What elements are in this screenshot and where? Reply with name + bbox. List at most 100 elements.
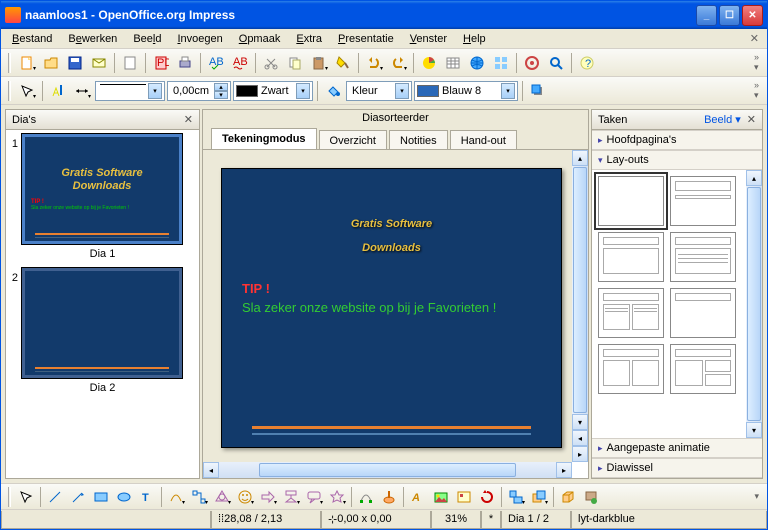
menu-opmaak[interactable]: Opmaak [232, 31, 288, 47]
pdf-export-button[interactable]: PDF [150, 52, 172, 74]
line-width-combo[interactable]: 0,00cm▴▾ [167, 81, 231, 101]
toolbar-overflow[interactable]: »▾ [750, 52, 763, 73]
stars-tool[interactable]: ▾ [326, 486, 348, 508]
minimize-button[interactable]: _ [696, 5, 717, 26]
edit-doc-button[interactable] [119, 52, 141, 74]
maximize-button[interactable]: ☐ [719, 5, 740, 26]
section-diawissel[interactable]: ▸Diawissel [592, 458, 762, 478]
tab-overzicht[interactable]: Overzicht [319, 130, 387, 149]
menu-bestand[interactable]: Bestand [5, 31, 59, 47]
layout-title-bullets[interactable] [670, 232, 736, 282]
layout-title[interactable] [670, 176, 736, 226]
close-button[interactable]: ✕ [742, 5, 763, 26]
basic-shapes-tool[interactable]: ▾ [211, 486, 233, 508]
menu-venster[interactable]: Venster [403, 31, 454, 47]
menu-help[interactable]: Help [456, 31, 493, 47]
layouts-vscroll[interactable]: ▴▾ [746, 170, 762, 438]
line-ends-button[interactable]: ▾ [71, 80, 93, 102]
copy-button[interactable] [284, 52, 306, 74]
spreadsheet-button[interactable] [442, 52, 464, 74]
arrange-tool[interactable]: ▾ [528, 486, 550, 508]
cut-button[interactable] [260, 52, 282, 74]
toolbar-grip[interactable] [8, 53, 11, 73]
prev-slide-button[interactable]: ◂ [572, 430, 588, 446]
fill-color-combo[interactable]: Blauw 8▾ [414, 81, 518, 101]
new-button[interactable]: ▾ [16, 52, 38, 74]
rect-tool[interactable] [90, 486, 112, 508]
next-slide-button[interactable]: ▸ [572, 446, 588, 462]
ellipse-tool[interactable] [113, 486, 135, 508]
spellcheck-button[interactable]: ABC [205, 52, 227, 74]
flowchart-tool[interactable]: ▾ [280, 486, 302, 508]
shadow-button[interactable] [527, 80, 549, 102]
open-button[interactable] [40, 52, 62, 74]
layout-2col[interactable] [598, 344, 664, 394]
menu-extra[interactable]: Extra [289, 31, 329, 47]
navigator-button[interactable] [521, 52, 543, 74]
menu-bewerken[interactable]: Bewerken [61, 31, 124, 47]
toolbar-grip[interactable] [8, 487, 11, 507]
grid-button[interactable] [490, 52, 512, 74]
text-tool[interactable]: T [136, 486, 158, 508]
line-tool[interactable] [44, 486, 66, 508]
tab-tekeningmodus[interactable]: Tekeningmodus [211, 128, 317, 149]
gallery-tool[interactable] [453, 486, 475, 508]
from-file-tool[interactable] [430, 486, 452, 508]
current-slide[interactable]: Gratis SoftwareDownloads TIP ! Sla zeker… [221, 168, 562, 448]
slide-canvas[interactable]: Gratis SoftwareDownloads TIP ! Sla zeker… [203, 150, 572, 462]
redo-button[interactable]: ▾ [387, 52, 409, 74]
autospell-button[interactable]: ABC [229, 52, 251, 74]
help-button[interactable]: ? [576, 52, 598, 74]
layout-2col-bullets[interactable] [598, 288, 664, 338]
callout-tool[interactable]: ▾ [303, 486, 325, 508]
select-tool[interactable] [15, 486, 37, 508]
paste-button[interactable]: ▾ [308, 52, 330, 74]
menu-invoegen[interactable]: Invoegen [170, 31, 229, 47]
email-button[interactable] [88, 52, 110, 74]
slide-thumb-row[interactable]: 2 [8, 268, 197, 378]
save-button[interactable] [64, 52, 86, 74]
line-color-combo[interactable]: Zwart▾ [233, 81, 313, 101]
rotate-tool[interactable] [476, 486, 498, 508]
glue-points-tool[interactable] [378, 486, 400, 508]
close-icon[interactable]: ✕ [184, 113, 193, 126]
toolbar-grip[interactable] [8, 81, 11, 101]
curve-tool[interactable]: ▾ [165, 486, 187, 508]
section-hoofdpaginas[interactable]: ▸Hoofdpagina's [592, 130, 762, 150]
chart-button[interactable] [418, 52, 440, 74]
symbol-shapes-tool[interactable]: ▾ [234, 486, 256, 508]
menu-presentatie[interactable]: Presentatie [331, 31, 401, 47]
undo-button[interactable]: ▾ [363, 52, 385, 74]
zoom-button[interactable] [545, 52, 567, 74]
slide-thumb-row[interactable]: 1 Gratis SoftwareDownloads TIP ! Sla zek… [8, 134, 197, 244]
section-animatie[interactable]: ▸Aangepaste animatie [592, 438, 762, 458]
points-edit-tool[interactable] [355, 486, 377, 508]
toolbar-overflow[interactable]: ▾ [750, 491, 763, 502]
print-button[interactable] [174, 52, 196, 74]
slide-thumbnail-2[interactable] [22, 268, 182, 378]
toolbar-overflow[interactable]: »▾ [750, 80, 763, 101]
layout-2row-right[interactable] [670, 344, 736, 394]
layout-title-content[interactable] [598, 232, 664, 282]
block-arrows-tool[interactable]: ▾ [257, 486, 279, 508]
arrow-line-tool[interactable] [67, 486, 89, 508]
status-zoom[interactable]: 31% [431, 511, 481, 529]
slide-thumbnail-1[interactable]: Gratis SoftwareDownloads TIP ! Sla zeker… [22, 134, 182, 244]
fill-bucket-button[interactable] [322, 80, 344, 102]
line-style-combo[interactable]: ▾ [95, 81, 165, 101]
align-tool[interactable]: ▾ [505, 486, 527, 508]
section-layouts[interactable]: ▾Lay-outs [592, 150, 762, 170]
extrusion-tool[interactable] [557, 486, 579, 508]
fill-type-combo[interactable]: Kleur▾ [346, 81, 412, 101]
tab-handout[interactable]: Hand-out [450, 130, 517, 149]
connector-tool[interactable]: ▾ [188, 486, 210, 508]
editor-hscroll[interactable]: ◂▸ [203, 462, 572, 478]
interaction-tool[interactable] [580, 486, 602, 508]
tab-notities[interactable]: Notities [389, 130, 448, 149]
fontwork-tool[interactable]: A [407, 486, 429, 508]
editor-vscroll[interactable]: ▴▾ ◂ ▸ [572, 150, 588, 462]
layout-title-only[interactable] [670, 288, 736, 338]
document-close-icon[interactable]: ✕ [746, 32, 763, 45]
tasks-view-link[interactable]: Beeld ▾ [704, 113, 741, 126]
view-sorter-label[interactable]: Diasorteerder [350, 110, 441, 128]
